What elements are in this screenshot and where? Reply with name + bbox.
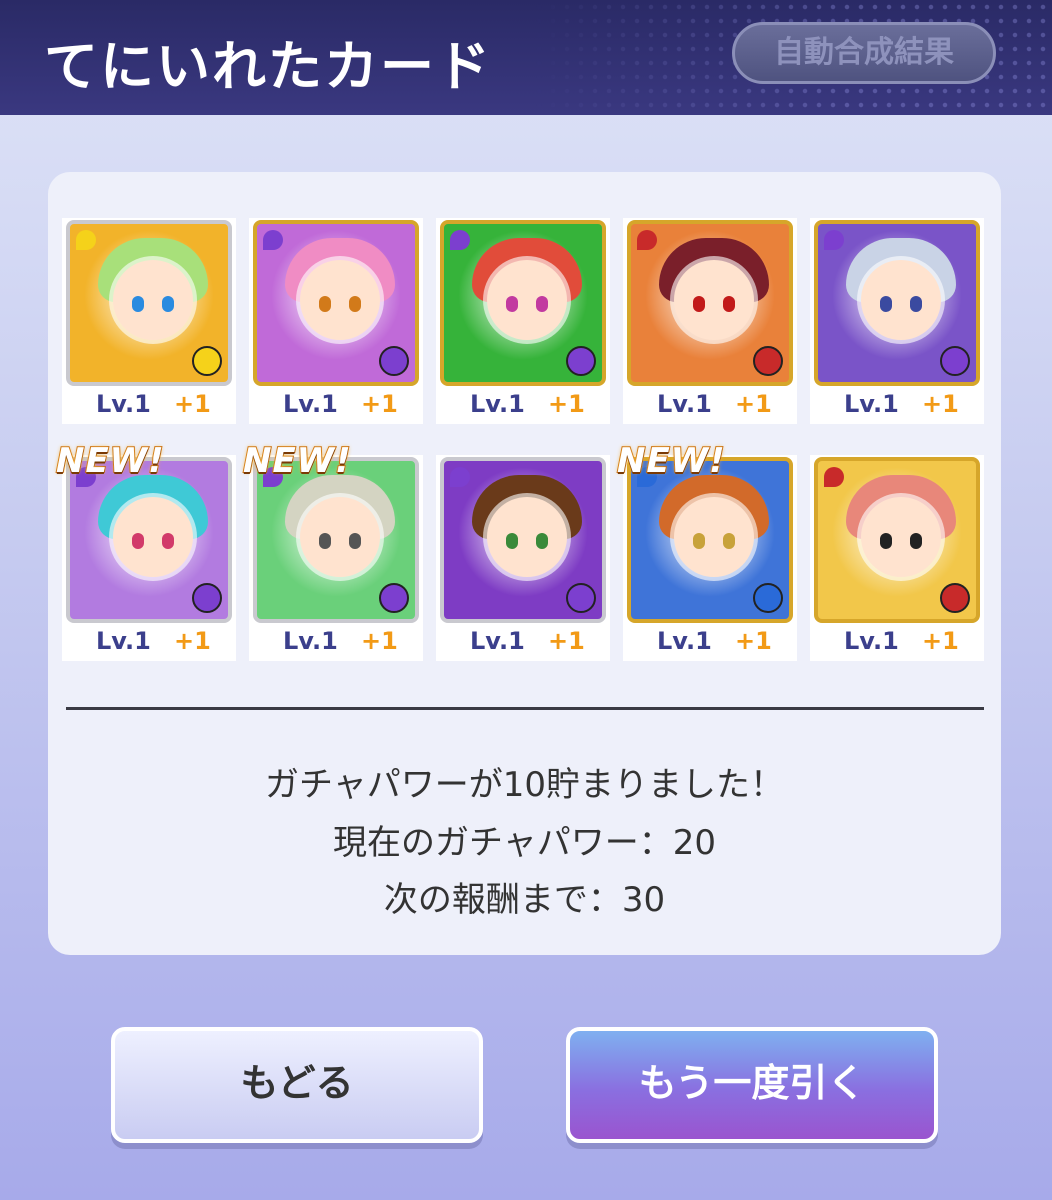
back-button[interactable]: もどる (111, 1027, 483, 1143)
element-corner-icon (824, 230, 844, 250)
character-eye (880, 296, 892, 312)
card-level: Lv.1 (844, 627, 899, 655)
character-eye (506, 296, 518, 312)
card-portrait (814, 457, 980, 623)
header-bar: てにいれたカード 自動合成結果 (0, 0, 1052, 115)
character-face (113, 260, 193, 340)
card-level: Lv.1 (96, 390, 151, 418)
card-5[interactable]: Lv.1 +1 (810, 218, 984, 424)
character-eye (162, 533, 174, 549)
card-plus: +1 (548, 627, 585, 655)
card-plus: +1 (361, 390, 398, 418)
character-eye (132, 533, 144, 549)
character-face (674, 260, 754, 340)
puyo-color-icon (192, 583, 222, 613)
character-face (487, 260, 567, 340)
card-plus: +1 (735, 390, 772, 418)
page-title: てにいれたカード (44, 35, 492, 98)
card-level: Lv.1 (657, 390, 712, 418)
card-4[interactable]: Lv.1 +1 (623, 218, 797, 424)
card-plus: +1 (922, 627, 959, 655)
card-plus: +1 (174, 390, 211, 418)
character-eye (723, 296, 735, 312)
character-eye (132, 296, 144, 312)
puyo-color-icon (566, 346, 596, 376)
divider (66, 707, 984, 710)
puyo-color-icon (379, 346, 409, 376)
card-level: Lv.1 (283, 627, 338, 655)
character-face (674, 497, 754, 577)
card-portrait (253, 220, 419, 386)
character-eye (693, 533, 705, 549)
puyo-color-icon (940, 583, 970, 613)
puyo-color-icon (753, 583, 783, 613)
element-corner-icon (450, 467, 470, 487)
character-eye (319, 296, 331, 312)
card-plus: +1 (174, 627, 211, 655)
card-9[interactable]: Lv.1 +1 NEW! (616, 440, 797, 661)
next-reward-text: 次の報酬まで：30 (383, 880, 666, 920)
card-portrait (627, 457, 793, 623)
character-eye (536, 296, 548, 312)
card-8[interactable]: Lv.1 +1 (436, 455, 610, 661)
character-eye (319, 533, 331, 549)
card-portrait (627, 220, 793, 386)
card-portrait (440, 220, 606, 386)
character-face (300, 497, 380, 577)
draw-again-button[interactable]: もう一度引く (566, 1027, 938, 1143)
card-10[interactable]: Lv.1 +1 (810, 455, 984, 661)
character-face (487, 497, 567, 577)
puyo-color-icon (379, 583, 409, 613)
card-level: Lv.1 (657, 627, 712, 655)
element-corner-icon (637, 230, 657, 250)
character-eye (910, 533, 922, 549)
card-level: Lv.1 (470, 390, 525, 418)
card-plus: +1 (922, 390, 959, 418)
current-gacha-power-text: 現在のガチャパワー：20 (333, 823, 716, 863)
card-portrait (253, 457, 419, 623)
element-corner-icon (263, 230, 283, 250)
puyo-color-icon (753, 346, 783, 376)
character-eye (723, 533, 735, 549)
card-plus: +1 (735, 627, 772, 655)
character-eye (693, 296, 705, 312)
card-portrait (66, 457, 232, 623)
gacha-power-gained-text: ガチャパワーが10貯まりました！ (265, 765, 784, 805)
element-corner-icon (450, 230, 470, 250)
character-face (861, 497, 941, 577)
puyo-color-icon (192, 346, 222, 376)
auto-synthesis-result-button[interactable]: 自動合成結果 (732, 22, 996, 84)
character-face (861, 260, 941, 340)
character-eye (349, 296, 361, 312)
character-eye (880, 533, 892, 549)
new-badge: NEW! (55, 440, 165, 482)
character-face (113, 497, 193, 577)
card-level: Lv.1 (470, 627, 525, 655)
new-badge: NEW! (616, 440, 726, 482)
character-eye (349, 533, 361, 549)
card-level: Lv.1 (96, 627, 151, 655)
card-level: Lv.1 (844, 390, 899, 418)
character-eye (506, 533, 518, 549)
puyo-color-icon (940, 346, 970, 376)
card-plus: +1 (548, 390, 585, 418)
card-portrait (66, 220, 232, 386)
character-face (300, 260, 380, 340)
card-3[interactable]: Lv.1 +1 (436, 218, 610, 424)
character-eye (536, 533, 548, 549)
character-eye (162, 296, 174, 312)
new-badge: NEW! (242, 440, 352, 482)
element-corner-icon (824, 467, 844, 487)
card-plus: +1 (361, 627, 398, 655)
card-portrait (814, 220, 980, 386)
card-level: Lv.1 (283, 390, 338, 418)
element-corner-icon (76, 230, 96, 250)
card-1[interactable]: Lv.1 +1 (62, 218, 236, 424)
card-7[interactable]: Lv.1 +1 NEW! (242, 440, 423, 661)
character-eye (910, 296, 922, 312)
puyo-color-icon (566, 583, 596, 613)
card-portrait (440, 457, 606, 623)
card-2[interactable]: Lv.1 +1 (249, 218, 423, 424)
card-6[interactable]: Lv.1 +1 NEW! (55, 440, 236, 661)
